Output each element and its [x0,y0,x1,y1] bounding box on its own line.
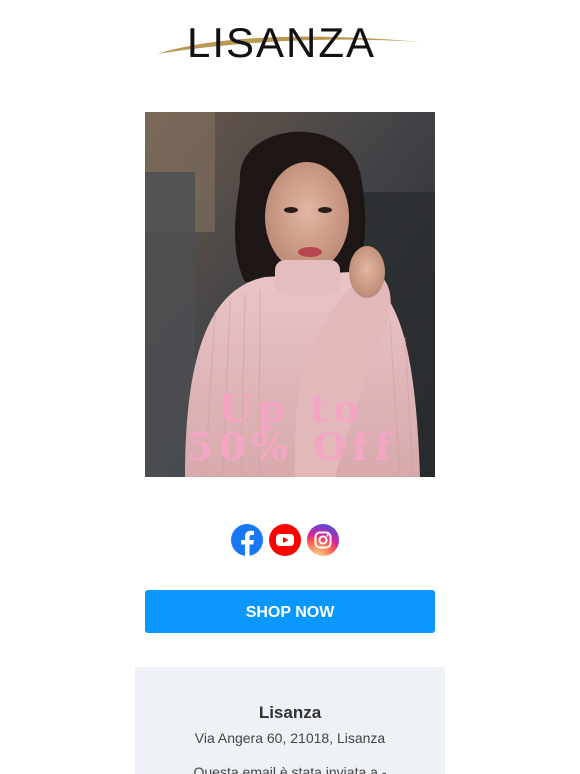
promo-line-2: 50% Off [186,424,397,469]
promo-text: Up to 50% Off [157,390,427,466]
shop-now-button[interactable]: SHOP NOW [145,590,435,633]
logo-text: LISANZA [187,19,377,66]
youtube-icon[interactable] [269,524,301,556]
footer: Lisanza Via Angera 60, 21018, Lisanza Qu… [135,667,445,774]
instagram-icon[interactable] [307,524,339,556]
footer-address: Via Angera 60, 21018, Lisanza [194,730,386,746]
email-page: LISANZA Up to 50% Off SHOP NOW Lisanza V… [0,0,580,774]
footer-note: Questa email è stata inviata a - [193,764,387,774]
footer-company-name: Lisanza [258,703,322,722]
facebook-icon[interactable] [231,524,263,556]
promo-line-1: Up to [219,386,365,431]
social-links [231,524,349,558]
brand-logo[interactable]: LISANZA [155,14,425,66]
hero-image[interactable]: Up to 50% Off [145,112,435,477]
